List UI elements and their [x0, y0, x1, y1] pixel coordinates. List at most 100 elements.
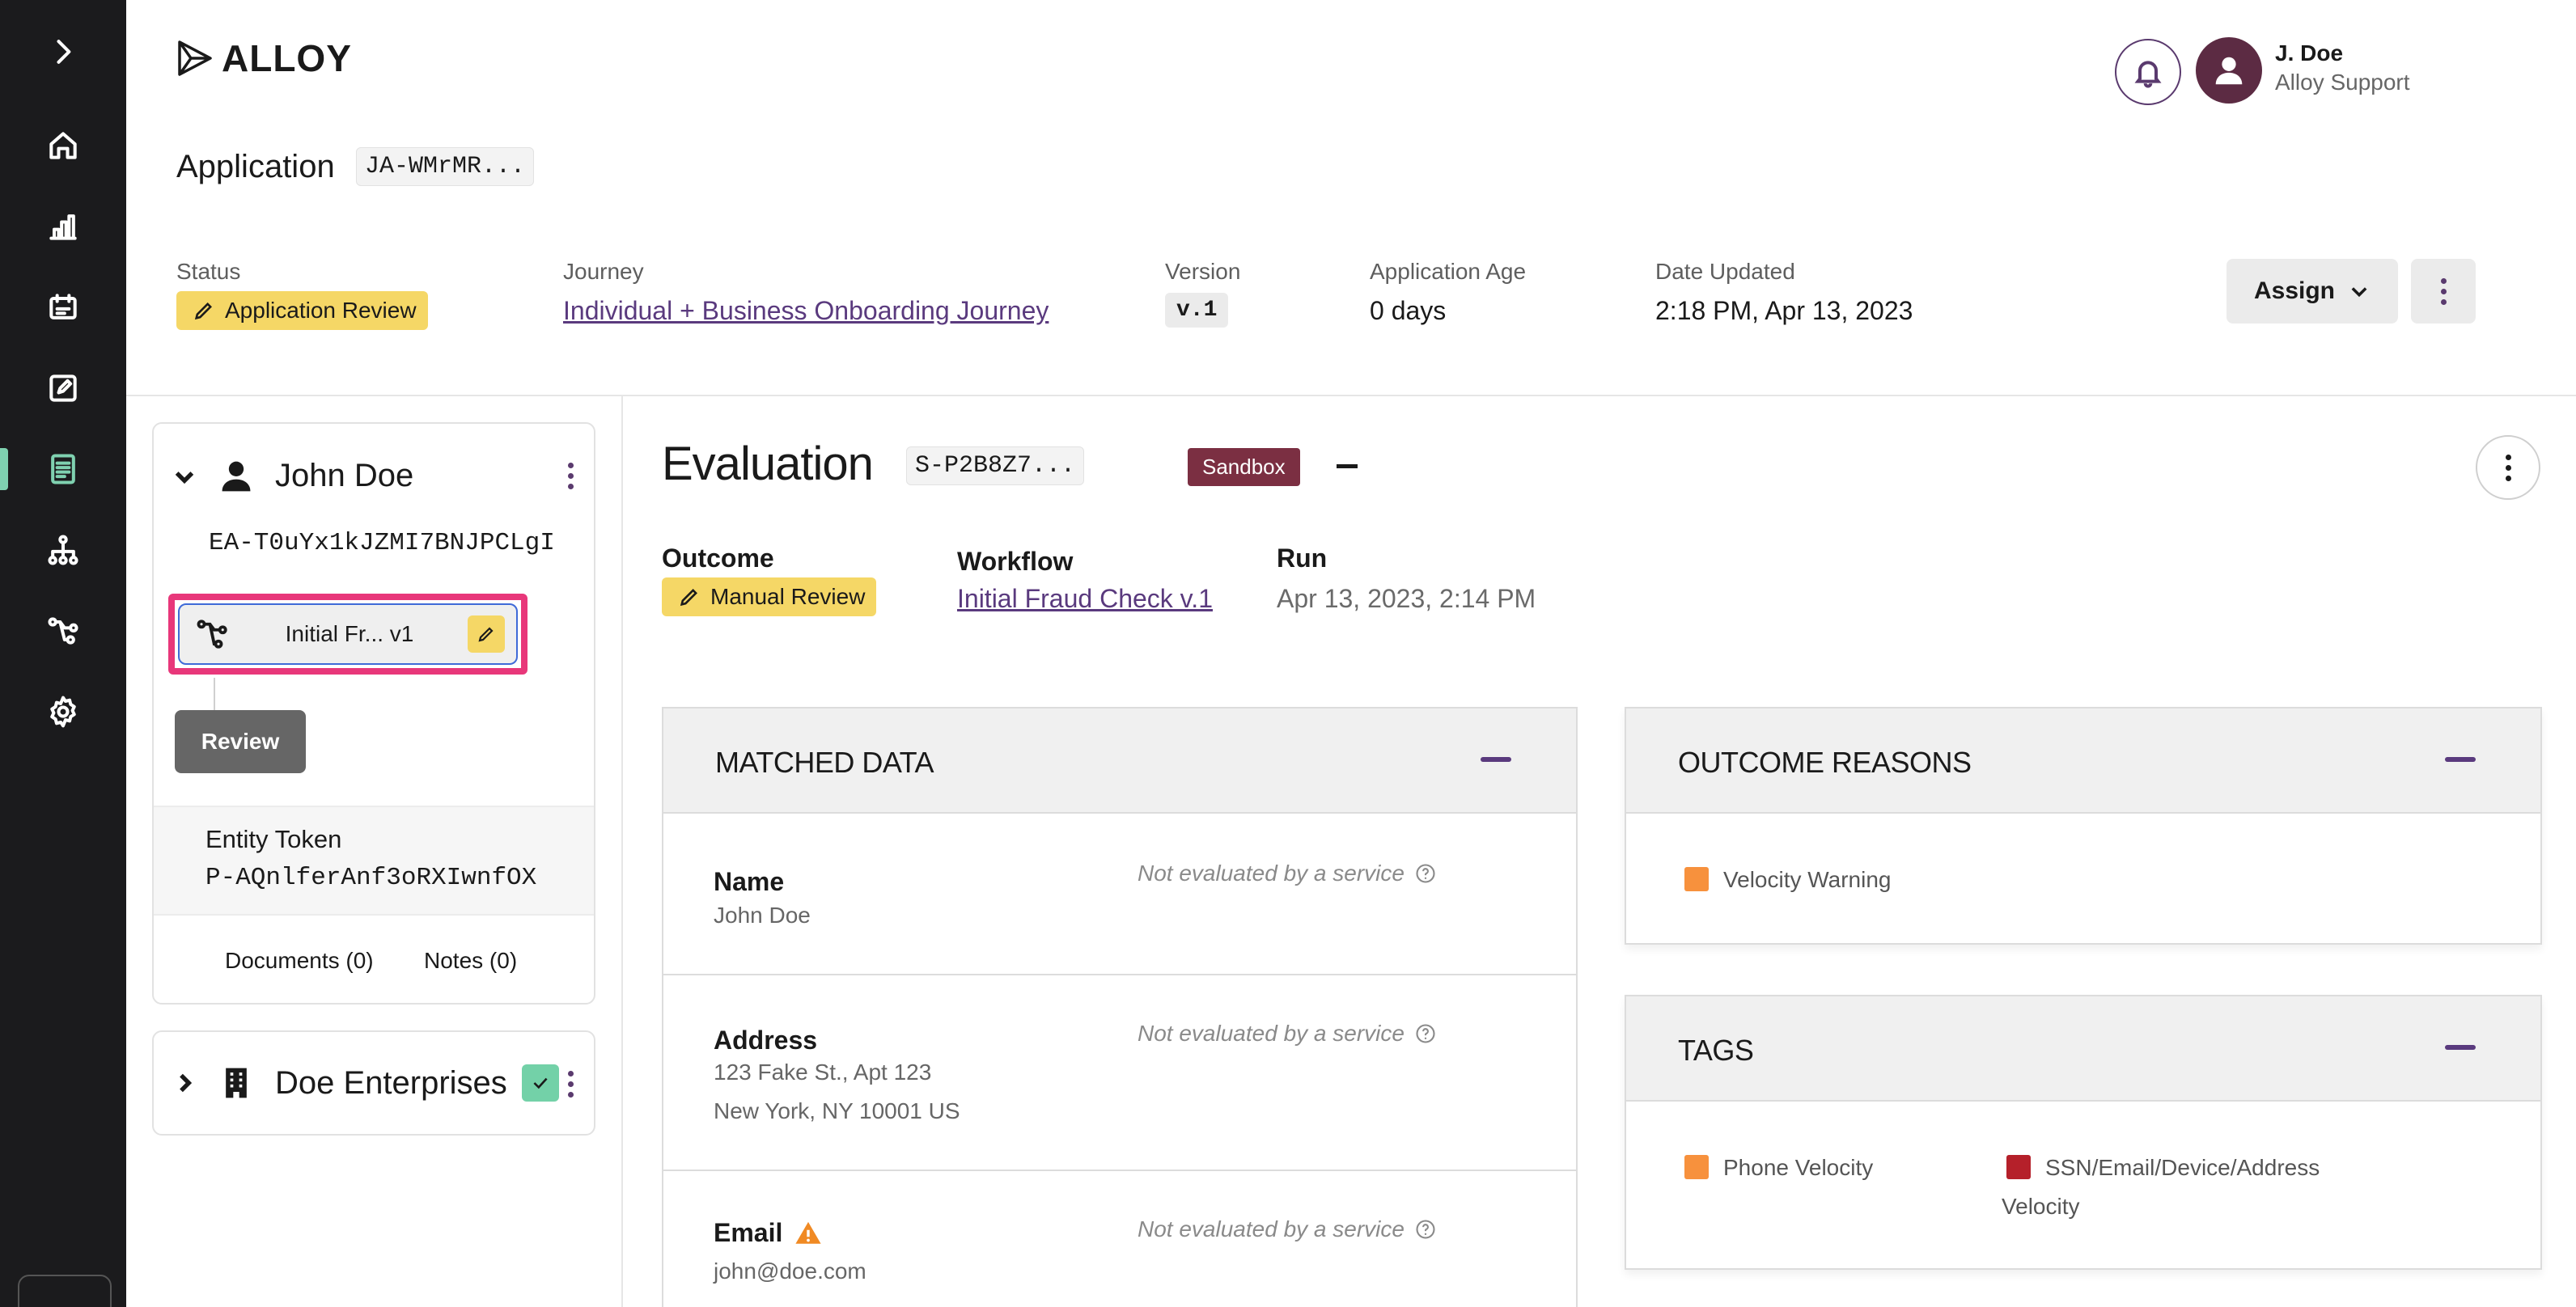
application-more-button[interactable]	[2411, 259, 2476, 324]
pencil-icon	[478, 627, 494, 642]
collapse-tags-button[interactable]	[2445, 1045, 2476, 1050]
tags-header: TAGS	[1626, 996, 2540, 1102]
header-divider	[126, 395, 2576, 396]
collapse-matched-data-button[interactable]	[1481, 757, 1511, 762]
warning-icon[interactable]	[794, 1220, 823, 1247]
help-icon[interactable]	[1414, 862, 1437, 885]
sidebar-item-inbox[interactable]	[0, 278, 126, 336]
approved-chip	[521, 1064, 559, 1102]
matched-data-panel: MATCHED DATA Name John Doe Not evaluated…	[662, 707, 1578, 1307]
brand-name: ALLOY	[222, 37, 352, 79]
matched-row-note: Not evaluated by a service	[1138, 861, 1437, 886]
edit-icon	[49, 374, 77, 402]
tag-item: SSN/Email/Device/Address Velocity	[2002, 1148, 2320, 1226]
help-icon[interactable]	[1414, 1218, 1437, 1241]
sidebar-item-workflows[interactable]	[0, 602, 126, 660]
sidebar-bottom-button[interactable]	[18, 1275, 112, 1307]
help-icon[interactable]	[1414, 1022, 1437, 1045]
outcome-reasons-header: OUTCOME REASONS	[1626, 708, 2540, 814]
bell-icon	[2134, 61, 2162, 88]
date-updated-value: 2:18 PM, Apr 13, 2023	[1655, 296, 1913, 325]
user-role: Alloy Support	[2275, 70, 2410, 95]
evaluation-title: Evaluation	[662, 438, 874, 490]
assign-button[interactable]: Assign	[2226, 259, 2398, 324]
journey-label: Journey	[563, 259, 644, 284]
notes-tab[interactable]: Notes (0)	[424, 948, 517, 974]
not-evaluated-text: Not evaluated by a service	[1138, 1216, 1405, 1241]
application-age-label: Application Age	[1370, 259, 1527, 284]
document-icon	[51, 454, 75, 484]
workflow-icon	[197, 620, 227, 649]
evaluation-more-button[interactable]	[2476, 435, 2540, 500]
building-icon	[226, 1068, 247, 1098]
sidebar-item-settings[interactable]	[0, 683, 126, 741]
person-icon	[2215, 57, 2243, 85]
evaluation-id[interactable]: S-P2B8Z7...	[906, 446, 1085, 485]
tag-item-line: SSN/Email/Device/Address	[2006, 1148, 2320, 1187]
application-id[interactable]: JA-WMrMR...	[356, 147, 535, 186]
pencil-icon	[680, 589, 697, 607]
entity-more-button[interactable]	[568, 463, 574, 489]
workflow-node[interactable]: Initial Fr... v1	[178, 603, 518, 665]
hierarchy-icon	[48, 535, 78, 565]
matched-row-label: Address	[714, 1026, 818, 1055]
kebab-icon	[2440, 277, 2447, 305]
chevron-down-icon[interactable]	[172, 463, 197, 489]
run-label: Run	[1277, 544, 1328, 573]
matched-row-label-text: Email	[714, 1218, 783, 1247]
review-button[interactable]: Review	[175, 710, 306, 773]
workflow-icon	[48, 617, 78, 645]
matched-row-name: Name John Doe Not evaluated by a service	[663, 815, 1576, 975]
chevron-right-icon	[57, 40, 71, 64]
environment-badge: Sandbox	[1188, 448, 1300, 486]
tag-color-swatch	[1684, 1155, 1709, 1179]
tag-label: Phone Velocity	[1723, 1155, 1874, 1180]
entity-id: EA-T0uYx1kJZMI7BNJPCLgI	[209, 529, 555, 557]
sidebar-item-applications[interactable]	[0, 440, 126, 498]
matched-row-value: New York, NY 10001 US	[714, 1098, 960, 1123]
version-chip: v.1	[1165, 293, 1229, 328]
documents-tab[interactable]: Documents (0)	[225, 948, 374, 974]
workflow-link[interactable]: Initial Fraud Check v.1	[957, 584, 1213, 614]
matched-row-label: Name	[714, 867, 785, 896]
chevron-right-icon[interactable]	[172, 1070, 197, 1096]
home-icon	[49, 132, 77, 159]
bar-chart-icon	[49, 214, 77, 240]
entity-card: John Doe EA-T0uYx1kJZMI7BNJPCLgI Initial…	[152, 422, 595, 1005]
status-label: Status	[176, 259, 241, 284]
outcome-reason-item: Velocity Warning	[1684, 861, 1892, 899]
entity-name: John Doe	[275, 458, 414, 493]
sidebar	[0, 0, 126, 1307]
collapse-outcome-reasons-button[interactable]	[2445, 757, 2476, 762]
expand-sidebar-button[interactable]	[0, 23, 126, 81]
person-icon	[222, 461, 251, 491]
entity-token-label: Entity Token	[205, 825, 342, 853]
sidebar-item-edit[interactable]	[0, 359, 126, 417]
entity-token-value: P-AQnlferAnf3oRXIwnfOX	[205, 864, 537, 892]
matched-row-value: 123 Fake St., Apt 123	[714, 1060, 932, 1085]
outcome-badge: Manual Review	[662, 577, 877, 616]
outcome-badge-text: Manual Review	[710, 584, 866, 609]
tag-label-continued: Velocity	[2002, 1194, 2080, 1219]
entity-token-box: Entity Token P-AQnlferAnf3oRXIwnfOX	[154, 806, 594, 916]
chevron-down-icon	[2351, 287, 2367, 298]
matched-row-value: john@doe.com	[714, 1258, 866, 1284]
notifications-button[interactable]	[2115, 39, 2181, 105]
reason-color-swatch	[1684, 867, 1709, 891]
alloy-logo[interactable]: ALLOY	[176, 36, 352, 81]
workflow-label: Workflow	[957, 547, 1074, 576]
business-more-button[interactable]	[568, 1071, 574, 1098]
workflow-status-chip	[468, 615, 505, 653]
status-badge: Application Review	[176, 291, 428, 330]
user-avatar[interactable]	[2196, 37, 2262, 104]
pencil-icon	[194, 302, 212, 320]
sidebar-item-hierarchy[interactable]	[0, 521, 126, 579]
journey-link[interactable]: Individual + Business Onboarding Journey	[563, 296, 1049, 326]
kebab-icon	[2505, 454, 2511, 481]
not-evaluated-text: Not evaluated by a service	[1138, 861, 1405, 886]
sidebar-item-analytics[interactable]	[0, 197, 126, 256]
not-evaluated-text: Not evaluated by a service	[1138, 1021, 1405, 1046]
matched-row-email: Email john@doe.com Not evaluated by a se…	[663, 1171, 1576, 1307]
tags-title: TAGS	[1678, 1034, 1754, 1067]
sidebar-item-home[interactable]	[0, 116, 126, 175]
